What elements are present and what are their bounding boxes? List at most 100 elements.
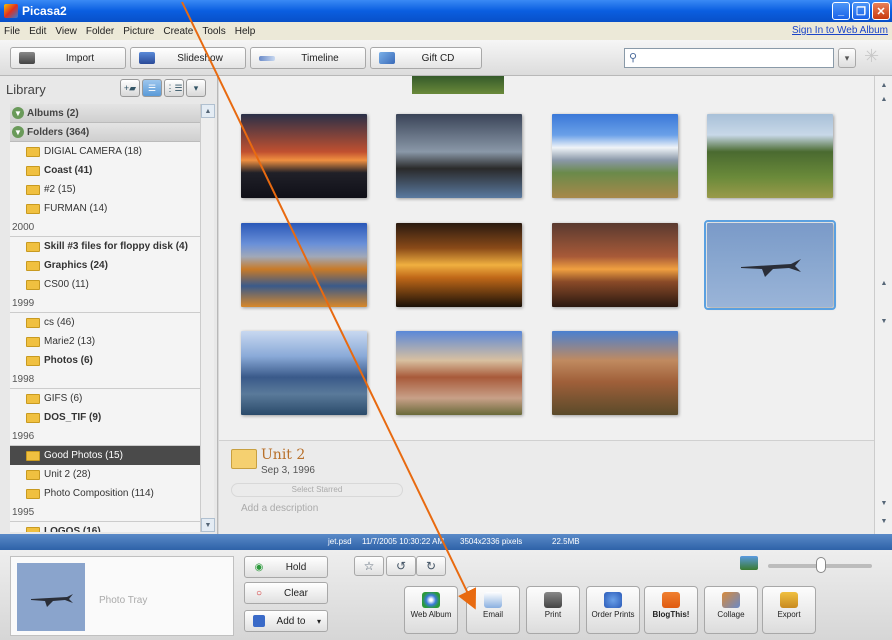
slideshow-button[interactable]: Slideshow <box>130 47 246 69</box>
description-field[interactable]: Add a description <box>241 503 318 514</box>
library-row-label: CS00 (11) <box>44 279 89 290</box>
rotate-right-button[interactable]: ↻ <box>416 556 446 576</box>
folder-item[interactable]: Graphics (24) <box>10 256 200 275</box>
library-group[interactable]: ▼ Albums (2) <box>10 104 200 123</box>
photo-thumbnail-jet-in-sky[interactable] <box>704 220 836 310</box>
scroll-up-icon[interactable]: ▲ <box>877 78 891 92</box>
photo-thumbnail-green-valley[interactable] <box>707 114 833 198</box>
photo-thumbnail-cloud-sunset[interactable] <box>396 223 522 307</box>
close-icon[interactable]: ✕ <box>872 2 890 20</box>
clear-icon: ○ <box>255 587 263 599</box>
folder-item[interactable]: LOGOS (16) <box>10 522 200 532</box>
folder-item[interactable]: Photo Composition (114) <box>10 484 200 503</box>
photo-thumbnail-red-cliffs[interactable] <box>552 331 678 415</box>
menu-file[interactable]: File <box>4 26 20 37</box>
library-scrollbar[interactable]: ▲ ▼ <box>200 104 215 532</box>
menu-create[interactable]: Create <box>163 26 193 37</box>
library-row-label: LOGOS (16) <box>44 526 101 532</box>
folder-item[interactable]: Coast (41) <box>10 161 200 180</box>
menu-edit[interactable]: Edit <box>29 26 46 37</box>
web-album-button[interactable]: Web Album <box>404 586 458 634</box>
folder-icon <box>26 469 40 480</box>
zoom-landscape-icon <box>740 556 758 570</box>
scroll-page-down-icon[interactable]: ▼ <box>877 314 891 328</box>
folder-item[interactable]: #2 (15) <box>10 180 200 199</box>
jet-icon <box>17 563 85 631</box>
photo-thumbnail-pier-sunset[interactable] <box>241 114 367 198</box>
scroll-up-icon[interactable]: ▲ <box>201 104 215 118</box>
library-row-label: 2000 <box>12 221 35 233</box>
clear-button[interactable]: ○ Clear <box>244 582 328 604</box>
new-album-icon[interactable]: +▰ <box>120 79 140 97</box>
status-filename: jet.psd <box>328 537 352 546</box>
scroll-down-icon[interactable]: ▼ <box>201 518 215 532</box>
status-datetime: 11/7/2005 10:30:22 AM <box>362 537 445 546</box>
export-button[interactable]: Export <box>762 586 816 634</box>
expand-toggle-icon[interactable]: ▼ <box>12 126 24 138</box>
hold-button[interactable]: ◉ Hold <box>244 556 328 578</box>
collage-button[interactable]: Collage <box>704 586 758 634</box>
tray-photo-thumbnail[interactable] <box>17 563 85 631</box>
folder-item[interactable]: GIFS (6) <box>10 389 200 408</box>
scroll-page-up-icon[interactable]: ▲ <box>877 276 891 290</box>
scroll-bottom-icon[interactable]: ▼ <box>877 496 891 510</box>
tree-view-icon[interactable]: ⋮☰ <box>164 79 184 97</box>
menu-view[interactable]: View <box>55 26 77 37</box>
folder-item[interactable]: Marie2 (13) <box>10 332 200 351</box>
star-button[interactable]: ☆ <box>354 556 384 576</box>
menu-picture[interactable]: Picture <box>123 26 154 37</box>
search-options-button[interactable]: ▾ <box>838 48 856 68</box>
menu-tools[interactable]: Tools <box>202 26 225 37</box>
star-icon: ☆ <box>363 559 375 573</box>
zoom-slider-handle[interactable] <box>816 557 826 573</box>
expand-toggle-icon[interactable]: ▼ <box>12 107 24 119</box>
select-starred-button[interactable]: Select Starred <box>231 483 403 497</box>
photo-thumbnail-lake-aerial[interactable] <box>241 331 367 415</box>
window-controls: _ ❐ ✕ <box>832 2 890 20</box>
action-label: Order Prints <box>591 610 635 619</box>
library-group[interactable]: ▼ Folders (364) <box>10 123 200 142</box>
scroll-down-icon[interactable]: ▼ <box>877 514 891 528</box>
photo-thumbnail-ocean-sunset[interactable] <box>552 223 678 307</box>
maximize-icon[interactable]: ❐ <box>852 2 870 20</box>
photo-thumbnail-canyon-rocks[interactable] <box>396 331 522 415</box>
photo-thumbnail-snowy-mountains[interactable] <box>552 114 678 198</box>
folder-item[interactable]: Photos (6) <box>10 351 200 370</box>
folder-item[interactable]: DOS_TIF (9) <box>10 408 200 427</box>
folder-item[interactable]: FURMAN (14) <box>10 199 200 218</box>
email-button[interactable]: Email <box>466 586 520 634</box>
gift-cd-button[interactable]: Gift CD <box>370 47 482 69</box>
partial-photo-thumbnail[interactable] <box>412 76 504 94</box>
folder-title: Unit 2 <box>261 447 306 463</box>
import-button[interactable]: Import <box>10 47 126 69</box>
print-button[interactable]: Print <box>526 586 580 634</box>
photo-thumbnail-palm-sunset[interactable] <box>396 114 522 198</box>
rotate-left-icon: ↺ <box>395 559 407 573</box>
library-row-label: 1999 <box>12 297 35 309</box>
sign-in-link[interactable]: Sign In to Web Album <box>792 25 888 36</box>
folder-item[interactable]: Good Photos (15) <box>10 446 200 465</box>
flat-view-icon[interactable]: ☰ <box>142 79 162 97</box>
search-input[interactable]: ⚲ <box>624 48 834 68</box>
add-to-button[interactable]: Add to ▾ <box>244 610 328 632</box>
folder-item[interactable]: Unit 2 (28) <box>10 465 200 484</box>
main-scrollbar[interactable]: ▲ ▲ ▲ ▼ ▼ ▼ <box>874 76 892 534</box>
blogger-icon <box>662 592 680 608</box>
order-prints-button[interactable]: Order Prints <box>586 586 640 634</box>
folder-item[interactable]: CS00 (11) <box>10 275 200 294</box>
library-menu-icon[interactable]: ▾ <box>186 79 206 97</box>
timeline-button[interactable]: Timeline <box>250 47 366 69</box>
blogthis-button[interactable]: BlogThis! <box>644 586 698 634</box>
folder-item[interactable]: cs (46) <box>10 313 200 332</box>
menu-help[interactable]: Help <box>235 26 256 37</box>
menu-folder[interactable]: Folder <box>86 26 114 37</box>
photo-thumbnail-autumn-lake[interactable] <box>241 223 367 307</box>
scroll-top-icon[interactable]: ▲ <box>877 92 891 106</box>
minimize-icon[interactable]: _ <box>832 2 850 20</box>
folder-icon <box>26 355 40 366</box>
folder-item[interactable]: DIGIAL CAMERA (18) <box>10 142 200 161</box>
rotate-left-button[interactable]: ↺ <box>386 556 416 576</box>
action-label: BlogThis! <box>652 610 690 619</box>
folder-item[interactable]: Skill #3 files for floppy disk (4) <box>10 237 200 256</box>
folder-date: Sep 3, 1996 <box>261 465 315 476</box>
